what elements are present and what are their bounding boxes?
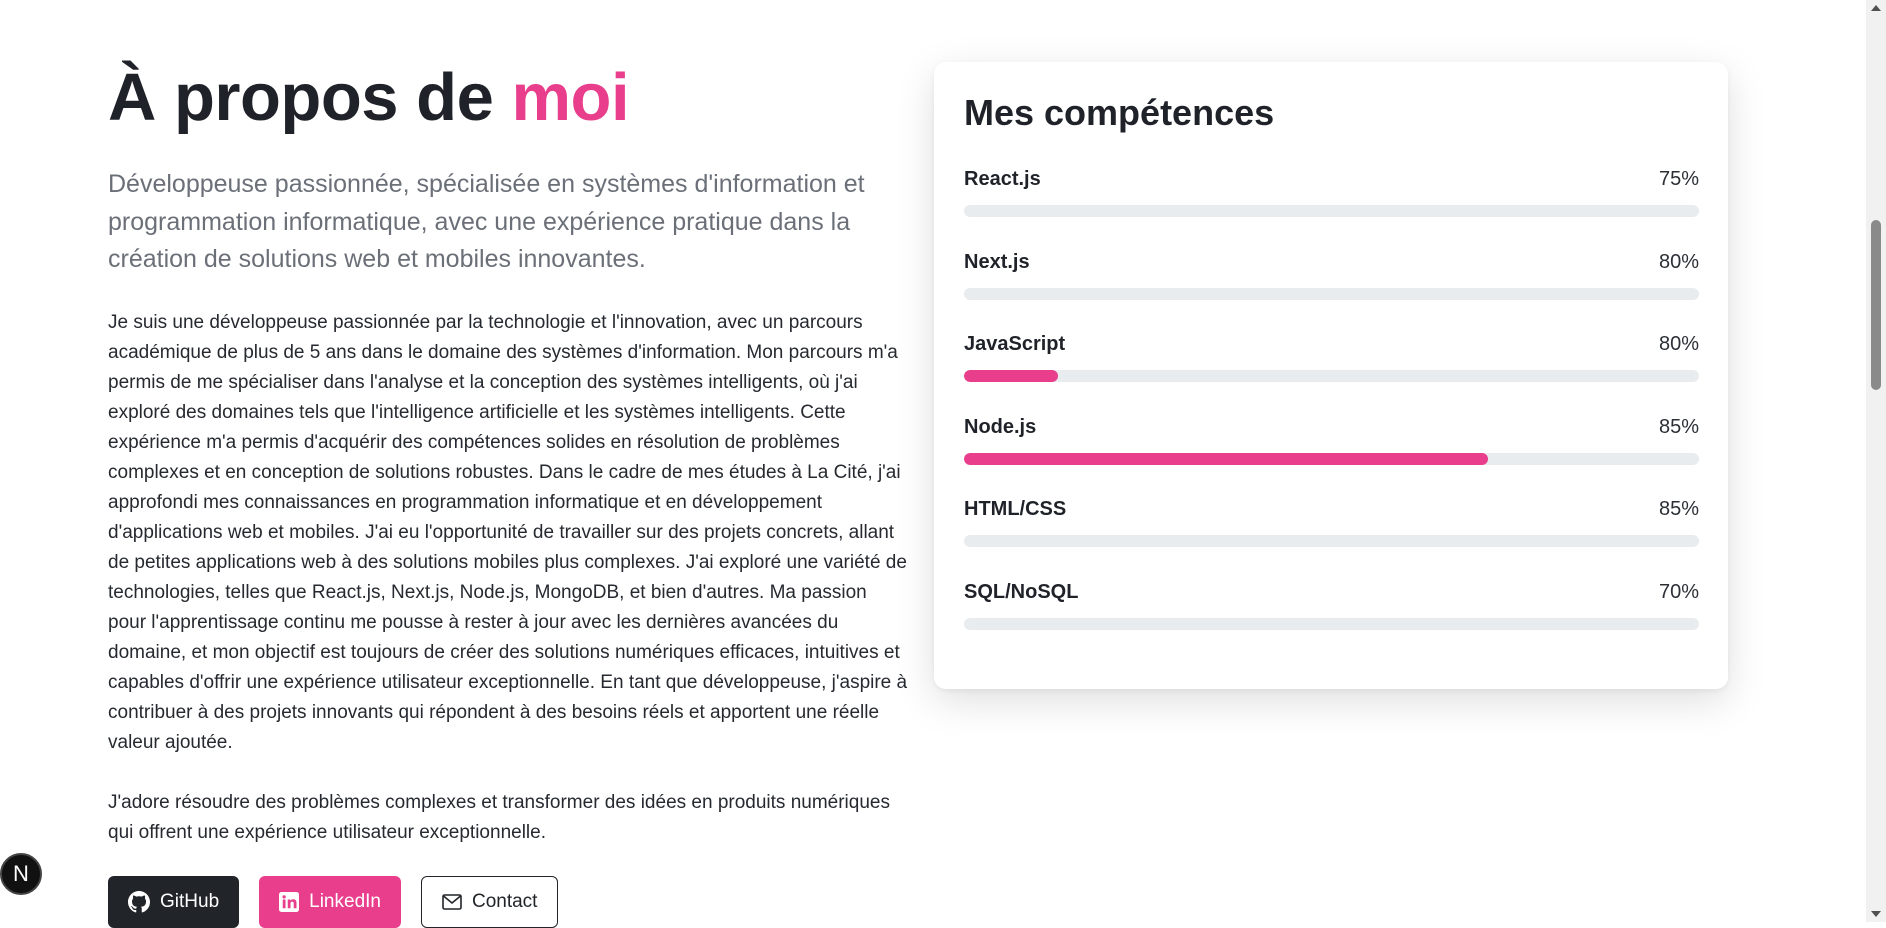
github-label: GitHub — [160, 891, 220, 912]
bio-paragraph: Je suis une développeuse passionnée par … — [108, 312, 908, 753]
contact-label: Contact — [471, 891, 538, 912]
skill-percent: 85% — [1658, 498, 1699, 520]
title-accent: moi — [511, 60, 630, 135]
skill-react: React.js 75% — [964, 168, 1699, 218]
skill-node: Node.js 85% — [964, 416, 1699, 466]
nextjs-dev-badge[interactable]: N — [0, 853, 42, 895]
skill-name: SQL/NoSQL — [964, 581, 1079, 603]
skill-javascript: JavaScript 80% — [964, 333, 1699, 383]
skill-name: JavaScript — [964, 333, 1066, 355]
scrollbar-thumb[interactable] — [1871, 220, 1881, 390]
skill-progress-track — [964, 288, 1699, 300]
linkedin-label: LinkedIn — [309, 891, 381, 912]
bio-paragraph-2: J'adore résoudre des problèmes complexes… — [108, 792, 890, 843]
skills-title: Mes compétences — [964, 92, 1275, 133]
social-buttons: GitHub LinkedIn Contact — [108, 876, 559, 928]
skills-card: Mes compétences React.js 75% Next.js 80%… — [934, 62, 1728, 689]
skill-sql: SQL/NoSQL 70% — [964, 581, 1699, 631]
skill-name: HTML/CSS — [964, 498, 1067, 520]
linkedin-button[interactable]: LinkedIn — [259, 876, 401, 928]
page-title: À propos de moi — [108, 58, 630, 138]
skill-name: Node.js — [964, 416, 1037, 438]
skill-progress-track — [964, 205, 1699, 217]
n-letter-icon: N — [13, 861, 29, 886]
linkedin-icon — [279, 892, 300, 912]
skill-percent: 80% — [1658, 333, 1699, 355]
skill-progress-track — [964, 453, 1699, 465]
mail-icon — [442, 894, 462, 910]
skill-next: Next.js 80% — [964, 251, 1699, 301]
skill-progress-track — [964, 370, 1699, 382]
skill-name: React.js — [964, 168, 1041, 190]
skill-percent: 85% — [1658, 416, 1699, 438]
skill-percent: 80% — [1658, 251, 1699, 273]
github-button[interactable]: GitHub — [108, 876, 240, 928]
page: À propos de moi Développeuse passionnée,… — [0, 0, 1866, 928]
skill-progress-fill — [964, 370, 1059, 382]
vertical-scrollbar[interactable] — [1866, 0, 1886, 922]
skill-name: Next.js — [964, 251, 1030, 273]
skill-progress-track — [964, 618, 1699, 630]
github-icon — [128, 891, 150, 913]
intro-text: Développeuse passionnée, spécialisée en … — [108, 170, 865, 273]
scroll-down-icon[interactable] — [1866, 906, 1886, 922]
scroll-up-icon[interactable] — [1866, 0, 1886, 16]
skill-progress-track — [964, 535, 1699, 547]
title-prefix: À propos de — [108, 60, 494, 135]
skill-html-css: HTML/CSS 85% — [964, 498, 1699, 548]
contact-button[interactable]: Contact — [420, 876, 559, 928]
skill-percent: 75% — [1658, 168, 1699, 190]
skill-percent: 70% — [1658, 581, 1699, 603]
skill-progress-fill — [964, 453, 1489, 465]
